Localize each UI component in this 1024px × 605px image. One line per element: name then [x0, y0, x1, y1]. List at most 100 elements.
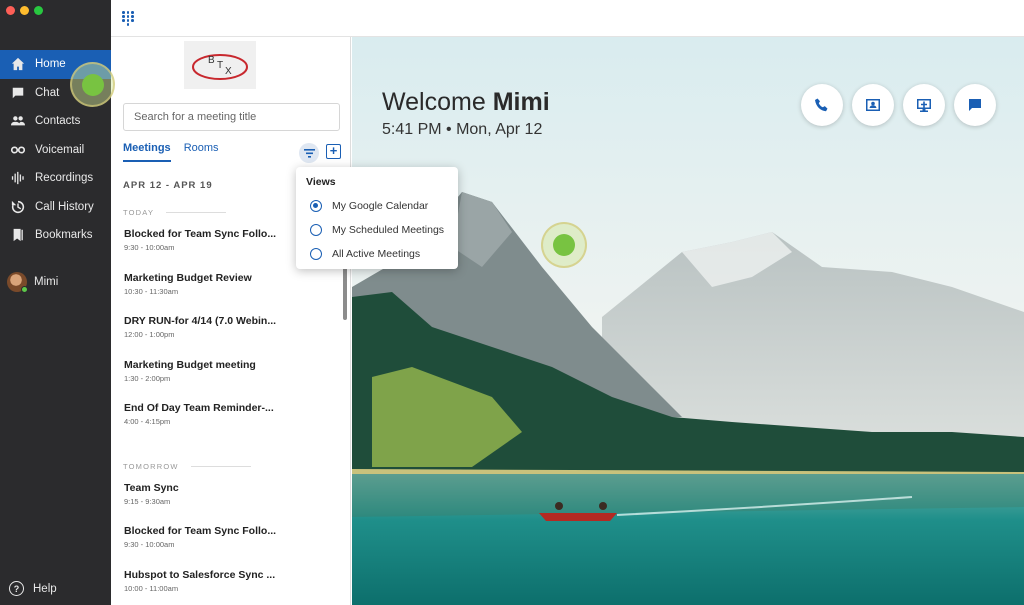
section-tomorrow: TOMORROW: [123, 462, 251, 471]
meeting-item[interactable]: DRY RUN-for 4/14 (7.0 Webin... 12:00 - 1…: [124, 315, 324, 339]
user-profile[interactable]: Mimi: [7, 272, 59, 293]
meeting-time: 10:30 - 11:30am: [124, 287, 179, 296]
meeting-title: End Of Day Team Reminder-...: [124, 402, 274, 414]
meeting-item[interactable]: Blocked for Team Sync Follo... 9:30 - 10…: [124, 228, 324, 252]
welcome-prefix: Welcome: [382, 88, 493, 116]
quick-actions: [801, 84, 996, 126]
welcome-user-name: Mimi: [492, 88, 550, 116]
sidebar-item-contacts[interactable]: Contacts: [0, 107, 111, 136]
views-dropdown: Views My Google Calendar My Scheduled Me…: [296, 167, 458, 269]
sidebar-item-bookmarks[interactable]: Bookmarks: [0, 221, 111, 250]
meeting-time: 1:30 - 2:00pm: [124, 374, 171, 383]
meeting-item[interactable]: End Of Day Team Reminder-... 4:00 - 4:15…: [124, 402, 324, 426]
phone-icon: [815, 98, 828, 112]
view-option-label: All Active Meetings: [332, 248, 421, 260]
home-hero: Welcome Mimi 5:41 PM • Mon, Apr 12: [352, 37, 1024, 605]
home-icon: [10, 56, 26, 72]
meeting-title: Blocked for Team Sync Follo...: [124, 228, 277, 240]
meeting-title: Blocked for Team Sync Follo...: [124, 525, 277, 537]
bookmarks-icon: [10, 227, 26, 243]
dialpad-icon[interactable]: [122, 11, 134, 26]
filter-button[interactable]: [299, 143, 319, 163]
meeting-time: 4:00 - 4:15pm: [124, 417, 171, 426]
logo-letter-x: X: [225, 66, 232, 77]
meeting-item[interactable]: Marketing Budget Review 10:30 - 11:30am: [124, 272, 324, 296]
radio-unselected: [310, 248, 322, 260]
tab-meetings[interactable]: Meetings: [123, 142, 171, 162]
click-indicator: [541, 222, 587, 268]
chat-icon: [10, 85, 26, 101]
views-dropdown-header: Views: [306, 176, 336, 188]
meeting-time: 9:30 - 10:00am: [124, 243, 175, 252]
meeting-title: Marketing Budget Review: [124, 272, 252, 284]
plus-icon: +: [329, 143, 338, 158]
contact-card-icon: [866, 99, 880, 111]
help-icon: ?: [9, 581, 24, 596]
sidebar-item-label: Contacts: [35, 115, 81, 128]
current-datetime: 5:41 PM • Mon, Apr 12: [382, 121, 543, 138]
meeting-title: Team Sync: [124, 482, 179, 494]
voicemail-icon: [10, 142, 26, 158]
user-name: Mimi: [34, 276, 59, 288]
meeting-time: 10:00 - 11:00am: [124, 584, 179, 593]
app-window: Home Chat Contacts Voicemail Recordings …: [0, 0, 1024, 605]
recordings-icon: [10, 170, 26, 186]
meeting-time: 9:15 - 9:30am: [124, 497, 171, 506]
view-option-label: My Scheduled Meetings: [332, 224, 445, 236]
meeting-time: 9:30 - 10:00am: [124, 540, 175, 549]
make-call-button[interactable]: [801, 84, 843, 126]
online-status-dot: [21, 286, 28, 293]
contact-card-button[interactable]: [852, 84, 894, 126]
sidebar-item-label: Bookmarks: [35, 229, 93, 242]
meeting-time: 12:00 - 1:00pm: [124, 330, 175, 339]
welcome-heading: Welcome Mimi: [382, 88, 550, 117]
meeting-item[interactable]: Blocked for Team Sync Follo... 9:30 - 10…: [124, 525, 324, 549]
radio-selected: [310, 200, 322, 212]
meeting-search-input[interactable]: [123, 103, 340, 131]
meeting-title: Marketing Budget meeting: [124, 359, 256, 371]
meeting-item[interactable]: Marketing Budget meeting 1:30 - 2:00pm: [124, 359, 324, 383]
filter-icon: [303, 148, 315, 158]
minimize-window-button[interactable]: [20, 6, 29, 15]
help-button[interactable]: ? Help: [9, 581, 57, 596]
view-option-google-calendar[interactable]: My Google Calendar: [310, 200, 428, 212]
sidebar-item-voicemail[interactable]: Voicemail: [0, 136, 111, 165]
sidebar-item-label: Voicemail: [35, 143, 85, 156]
radio-unselected: [310, 224, 322, 236]
meeting-item[interactable]: Team Sync 9:15 - 9:30am: [124, 482, 324, 506]
top-bar: [111, 0, 1024, 37]
sidebar-item-label: Chat: [35, 86, 60, 99]
new-meeting-button[interactable]: [903, 84, 945, 126]
view-option-scheduled-meetings[interactable]: My Scheduled Meetings: [310, 224, 444, 236]
meeting-title: DRY RUN-for 4/14 (7.0 Webin...: [124, 315, 277, 327]
sidebar-item-label: Recordings: [35, 172, 94, 185]
meetings-tabs: Meetings Rooms: [123, 142, 232, 162]
call-history-icon: [10, 199, 26, 215]
help-label: Help: [33, 582, 57, 595]
sidebar-item-call-history[interactable]: Call History: [0, 193, 111, 222]
sidebar-item-recordings[interactable]: Recordings: [0, 164, 111, 193]
window-controls: [6, 6, 43, 15]
sidebar-item-label: Call History: [35, 200, 94, 213]
section-today: TODAY: [123, 208, 226, 217]
view-option-active-meetings[interactable]: All Active Meetings: [310, 248, 420, 260]
logo-letter-t: T: [217, 60, 223, 71]
logo-letter-b: B: [208, 55, 215, 66]
message-button[interactable]: [954, 84, 996, 126]
add-meeting-button[interactable]: +: [326, 144, 341, 159]
close-window-button[interactable]: [6, 6, 15, 15]
meeting-item[interactable]: Hubspot to Salesforce Sync ... 10:00 - 1…: [124, 569, 324, 593]
view-option-label: My Google Calendar: [332, 200, 429, 212]
contacts-icon: [10, 113, 26, 129]
date-range: APR 12 - APR 19: [123, 180, 213, 191]
avatar: [7, 272, 28, 293]
new-meeting-icon: [917, 99, 931, 112]
meeting-title: Hubspot to Salesforce Sync ...: [124, 569, 276, 581]
message-icon: [969, 99, 981, 111]
click-indicator: [70, 62, 115, 107]
company-logo: B T X: [184, 41, 256, 89]
meetings-panel: B T X Meetings Rooms + APR 12 - APR 19 T…: [111, 37, 351, 605]
tab-rooms[interactable]: Rooms: [184, 142, 219, 162]
zoom-window-button[interactable]: [34, 6, 43, 15]
sidebar-item-label: Home: [35, 58, 66, 71]
